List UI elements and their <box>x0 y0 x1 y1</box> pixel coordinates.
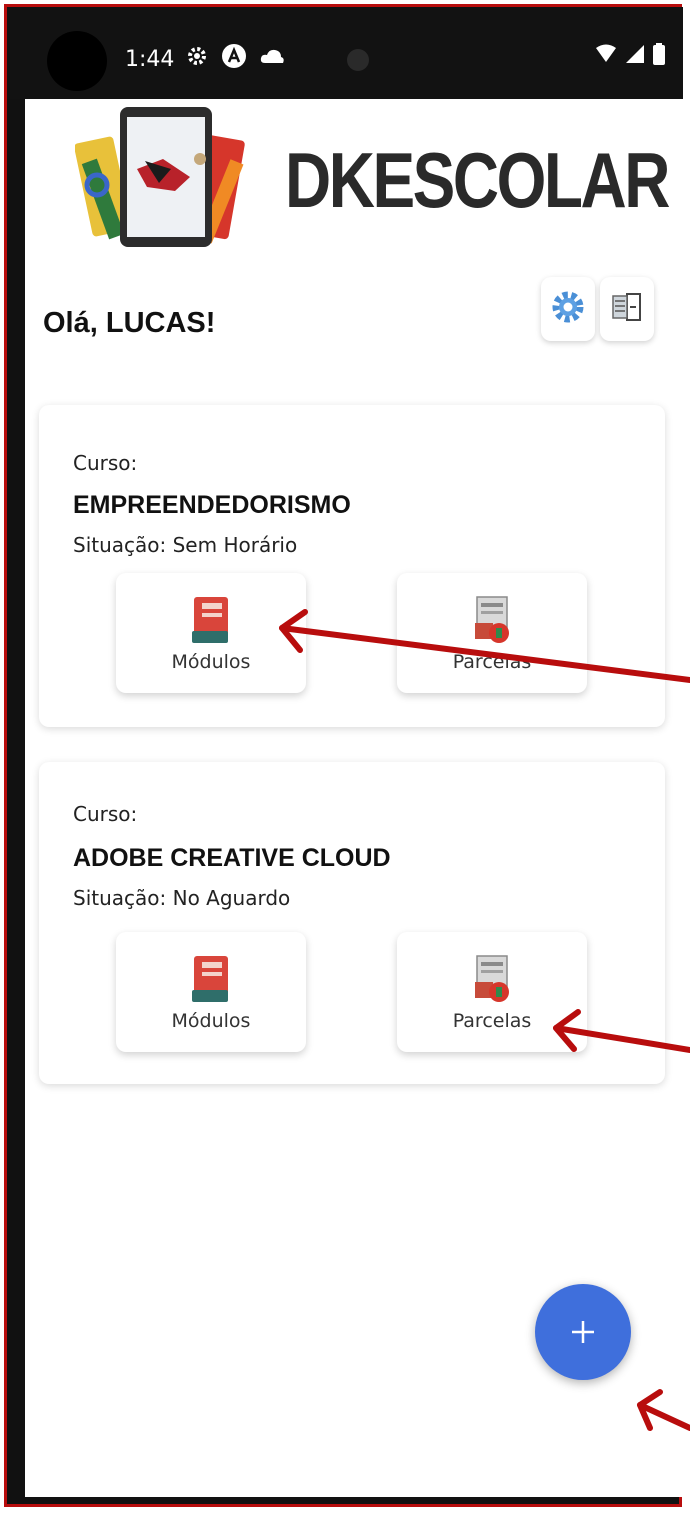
gear-icon <box>551 290 585 329</box>
gear-icon <box>185 44 209 68</box>
installments-label: Parcelas <box>452 1010 532 1032</box>
logout-button[interactable] <box>600 277 654 341</box>
exit-door-icon <box>610 290 644 329</box>
school-supplies-logo-icon <box>74 107 245 247</box>
settings-button[interactable] <box>541 277 595 341</box>
signal-icon <box>625 44 645 64</box>
modules-button[interactable]: Módulos <box>116 932 306 1052</box>
modules-label: Módulos <box>171 651 251 673</box>
a-circle-icon <box>221 43 247 69</box>
book-icon <box>192 956 228 1002</box>
course-label: Curso: <box>73 802 138 826</box>
camera-cutout <box>47 31 107 91</box>
status-time: 1:44 <box>125 47 175 72</box>
status-bar: 1:44 <box>7 7 683 99</box>
cloud-icon <box>259 47 285 65</box>
invoice-icon <box>475 596 509 643</box>
modules-button[interactable]: Módulos <box>116 573 306 693</box>
installments-label: Parcelas <box>452 651 532 673</box>
course-card: Curso: ADOBE CREATIVE CLOUD Situação: No… <box>39 762 665 1084</box>
invoice-icon <box>475 955 509 1002</box>
battery-icon <box>653 43 665 65</box>
app-logo: DKESCOLAR <box>74 99 670 259</box>
course-status: Situação: No Aguardo <box>73 886 291 910</box>
course-label: Curso: <box>73 451 138 475</box>
wifi-icon <box>595 44 617 64</box>
logo-text: DKESCOLAR <box>285 136 670 224</box>
course-name: EMPREENDEDORISMO <box>73 491 351 519</box>
course-name: ADOBE CREATIVE CLOUD <box>73 844 391 872</box>
installments-button[interactable]: Parcelas <box>397 932 587 1052</box>
add-button[interactable] <box>535 1284 631 1380</box>
plus-icon <box>568 1317 598 1347</box>
installments-button[interactable]: Parcelas <box>397 573 587 693</box>
sensor-dot <box>347 49 369 71</box>
greeting: Olá, LUCAS! <box>43 307 216 339</box>
app-screen: DKESCOLAR Olá, LUCAS! Curso: EMPREENDEDO… <box>25 99 683 1497</box>
modules-label: Módulos <box>171 1010 251 1032</box>
book-icon <box>192 597 228 643</box>
course-card: Curso: EMPREENDEDORISMO Situação: Sem Ho… <box>39 405 665 727</box>
course-status: Situação: Sem Horário <box>73 533 298 557</box>
